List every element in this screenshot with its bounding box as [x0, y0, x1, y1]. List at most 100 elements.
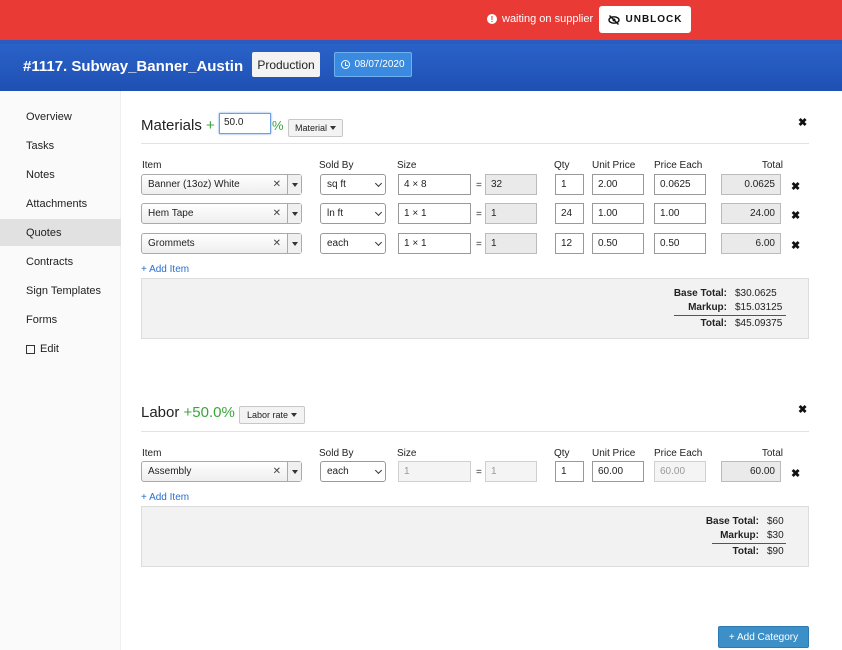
line-total: 0.0625 [721, 174, 781, 195]
dropdown-caret-icon[interactable] [287, 175, 301, 194]
dropdown-caret-icon[interactable] [287, 234, 301, 253]
size-input: 1 [398, 461, 471, 482]
sidebar-item-attachments[interactable]: Attachments [0, 191, 121, 217]
remove-row-close-icon[interactable]: ✖ [791, 180, 800, 193]
sidebar-item-edit[interactable]: Edit [0, 336, 121, 362]
unblock-label: UNBLOCK [625, 14, 683, 25]
sidebar-item-forms[interactable]: Forms [0, 307, 121, 333]
sidebar-item-label: Overview [26, 111, 72, 123]
sidebar-item-sign-templates[interactable]: Sign Templates [0, 278, 121, 304]
unit-price-input[interactable]: 1.00 [592, 203, 644, 224]
dropdown-caret-icon [330, 126, 336, 130]
sidebar-item-overview[interactable]: Overview [0, 104, 121, 130]
clock-icon [341, 60, 351, 69]
sidebar-item-quotes[interactable]: Quotes [0, 219, 121, 246]
price-each-input[interactable]: 0.50 [654, 233, 706, 254]
blocked-status-text: waiting on supplier [502, 13, 594, 25]
materials-add-item-link[interactable]: + Add Item [141, 264, 189, 275]
unit-price-input[interactable]: 0.50 [592, 233, 644, 254]
sidebar-item-notes[interactable]: Notes [0, 162, 121, 188]
sold-by-select[interactable]: sq ft [320, 174, 386, 195]
area-readonly: 1 [485, 461, 537, 482]
qty-input[interactable]: 12 [555, 233, 584, 254]
dropdown-caret-icon[interactable] [287, 204, 301, 223]
qty-input[interactable]: 24 [555, 203, 584, 224]
blocked-status: ! waiting on supplier [487, 13, 593, 25]
totals-divider [674, 315, 786, 316]
materials-title-text: Materials [141, 117, 202, 134]
col-qty: Qty [554, 448, 570, 459]
sold-by-select[interactable]: each [320, 233, 386, 254]
item-select[interactable]: Hem Tape ✕ [141, 203, 302, 224]
size-input[interactable]: 4 × 8 [398, 174, 471, 195]
alert-bar: ! waiting on supplier UNBLOCK [0, 0, 842, 40]
info-icon: ! [487, 14, 497, 24]
markup-value: $30 [767, 530, 784, 541]
materials-markup-input[interactable]: 50.0 [219, 113, 271, 134]
sold-by-value: each [327, 238, 349, 249]
sold-by-value: ln ft [327, 208, 344, 219]
total-label: Total: [700, 318, 727, 329]
labor-rate-dropdown[interactable]: Labor rate [239, 406, 305, 424]
labor-divider [141, 431, 809, 432]
stage-badge[interactable]: Production [252, 52, 320, 77]
col-item: Item [142, 448, 162, 459]
equals-sign: = [476, 180, 482, 191]
unit-price-input[interactable]: 60.00 [592, 461, 644, 482]
sold-by-select[interactable]: each [320, 461, 386, 482]
sidebar-item-contracts[interactable]: Contracts [0, 249, 121, 275]
labor-add-item-link[interactable]: + Add Item [141, 492, 189, 503]
due-date-badge[interactable]: 08/07/2020 [334, 52, 412, 77]
sold-by-select[interactable]: ln ft [320, 203, 386, 224]
item-select-value: Assembly [148, 466, 192, 477]
sidebar-item-tasks[interactable]: Tasks [0, 133, 121, 159]
sidebar-item-label: Notes [26, 169, 55, 181]
item-select[interactable]: Grommets ✕ [141, 233, 302, 254]
clear-close-icon[interactable]: ✕ [273, 208, 281, 219]
remove-row-close-icon[interactable]: ✖ [791, 467, 800, 480]
page-title: #1117. Subway_Banner_Austin [23, 58, 244, 75]
labor-title-text: Labor [141, 404, 180, 421]
labor-markup[interactable]: +50.0% [184, 404, 235, 421]
add-category-button[interactable]: + Add Category [718, 626, 809, 648]
size-input[interactable]: 1 × 1 [398, 203, 471, 224]
remove-labor-close-icon[interactable]: ✖ [798, 403, 807, 416]
sidebar-item-label: Quotes [26, 226, 62, 239]
item-select[interactable]: Banner (13oz) White ✕ [141, 174, 302, 195]
clear-close-icon[interactable]: ✕ [273, 179, 281, 190]
unblock-button[interactable]: UNBLOCK [599, 6, 691, 33]
price-each-input[interactable]: 0.0625 [654, 174, 706, 195]
equals-sign: = [476, 209, 482, 220]
item-select-value: Hem Tape [148, 208, 194, 219]
materials-markup-percent: % [272, 118, 284, 133]
remove-row-close-icon[interactable]: ✖ [791, 239, 800, 252]
labor-totals-panel: Base Total: $60 Markup: $30 Total: $90 [141, 506, 809, 567]
dropdown-caret-icon [291, 413, 298, 417]
sidebar-item-label: Edit [40, 343, 59, 355]
equals-sign: = [476, 239, 482, 250]
qty-input[interactable]: 1 [555, 461, 584, 482]
material-type-dropdown[interactable]: Material [288, 119, 343, 137]
price-each-input[interactable]: 1.00 [654, 203, 706, 224]
size-input[interactable]: 1 × 1 [398, 233, 471, 254]
remove-materials-close-icon[interactable]: ✖ [798, 116, 807, 129]
area-readonly: 1 [485, 203, 537, 224]
sold-by-value: sq ft [327, 179, 346, 190]
unit-price-input[interactable]: 2.00 [592, 174, 644, 195]
qty-input[interactable]: 1 [555, 174, 584, 195]
col-total: Total [761, 160, 783, 171]
item-select[interactable]: Assembly ✕ [141, 461, 302, 482]
dropdown-caret-icon[interactable] [287, 462, 301, 481]
col-qty: Qty [554, 160, 570, 171]
clear-close-icon[interactable]: ✕ [273, 466, 281, 477]
col-total: Total [761, 448, 783, 459]
remove-row-close-icon[interactable]: ✖ [791, 209, 800, 222]
sidebar-item-label: Contracts [26, 256, 74, 268]
clear-close-icon[interactable]: ✕ [273, 238, 281, 249]
chevron-down-icon [374, 179, 383, 188]
col-sold-by: Sold By [319, 160, 354, 171]
line-total: 60.00 [721, 461, 781, 482]
col-price-each: Price Each [654, 160, 703, 171]
due-date-text: 08/07/2020 [354, 59, 405, 70]
base-total-value: $30.0625 [735, 288, 777, 299]
